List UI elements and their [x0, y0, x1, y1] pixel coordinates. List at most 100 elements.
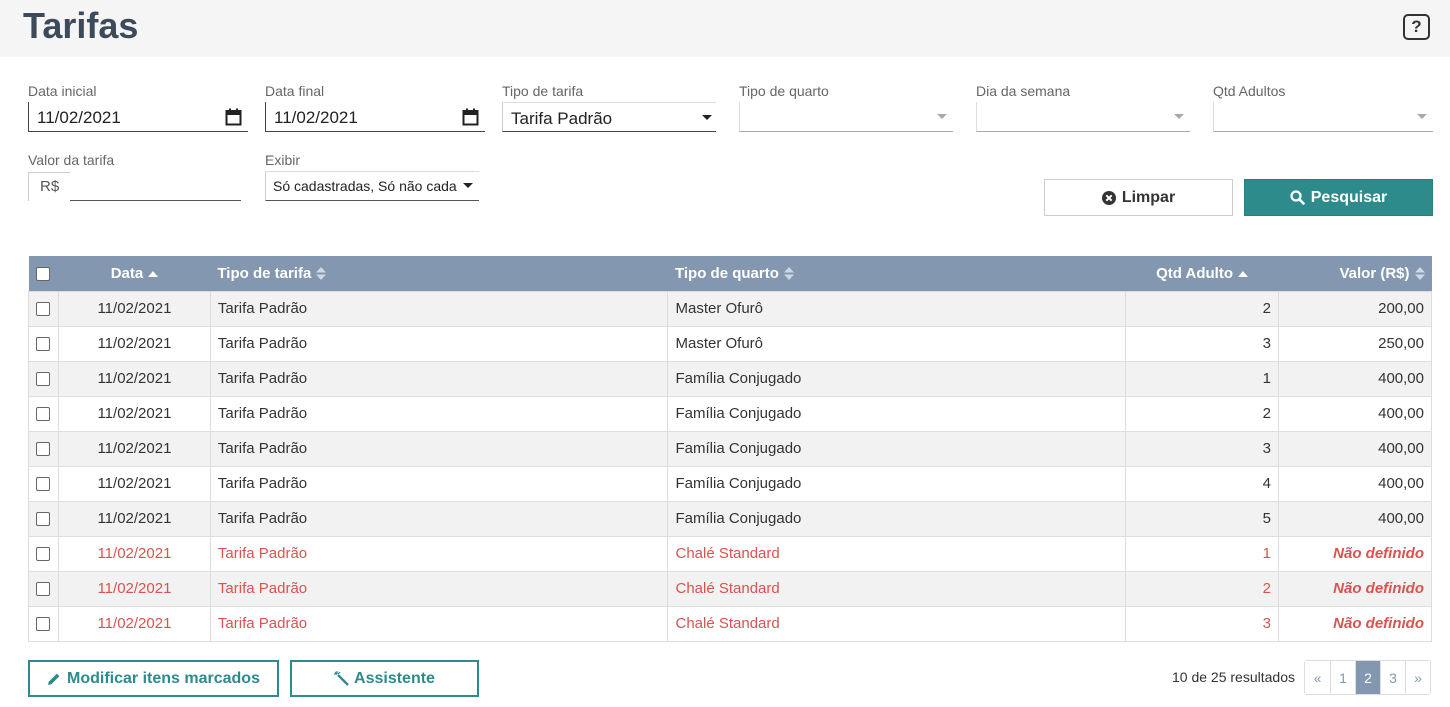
data-final-field[interactable]: 11/02/2021 [265, 102, 485, 132]
row-checkbox-cell [28, 430, 59, 467]
cell-valor: 400,00 [1278, 500, 1432, 537]
magic-wand-icon [334, 671, 349, 686]
cell-qtd-adulto: 5 [1125, 500, 1280, 537]
clear-button[interactable]: Limpar [1044, 179, 1233, 216]
exibir-select[interactable]: Só cadastradas, Só não cada [265, 171, 479, 201]
valor-tarifa-label: Valor da tarifa [28, 152, 115, 168]
table-row[interactable]: 11/02/2021 Tarifa Padrão Master Ofurô 2 200,… [28, 290, 1432, 327]
sort-icon [316, 267, 327, 281]
cell-tipo-quarto: Família Conjugado [667, 395, 1127, 432]
cell-tipo-quarto: Chalé Standard [667, 605, 1127, 642]
row-checkbox[interactable] [36, 302, 51, 317]
search-icon [1290, 190, 1305, 205]
calendar-icon[interactable] [462, 108, 479, 126]
cell-qtd-adulto: 3 [1125, 605, 1280, 642]
pagination-page-3[interactable]: 3 [1380, 661, 1405, 694]
cell-valor: Não definido [1278, 570, 1432, 607]
cell-data: 11/02/2021 [57, 500, 211, 537]
cell-tipo-quarto: Família Conjugado [667, 465, 1127, 502]
dia-semana-select[interactable] [976, 102, 1190, 132]
cell-tipo-tarifa: Tarifa Padrão [209, 325, 669, 362]
row-checkbox[interactable] [36, 512, 51, 527]
column-valor[interactable]: Valor (R$) [1278, 256, 1432, 291]
row-checkbox-cell [28, 605, 59, 642]
modify-label: Modificar itens marcados [67, 669, 260, 687]
cell-tipo-quarto: Família Conjugado [667, 500, 1127, 537]
table-row[interactable]: 11/02/2021 Tarifa Padrão Família Conjugado… [28, 500, 1432, 537]
pagination-prev[interactable]: « [1305, 661, 1330, 694]
row-checkbox[interactable] [36, 442, 51, 457]
cell-tipo-tarifa: Tarifa Padrão [209, 360, 669, 397]
sort-icon [783, 267, 794, 281]
data-inicial-value: 11/02/2021 [37, 108, 121, 127]
select-all-checkbox[interactable] [36, 266, 51, 281]
column-tipo-quarto-label: Tipo de quarto [674, 264, 779, 282]
cell-tipo-quarto: Master Ofurô [667, 290, 1127, 327]
search-button[interactable]: Pesquisar [1244, 179, 1433, 216]
modify-selected-button[interactable]: Modificar itens marcados [28, 660, 279, 697]
row-checkbox[interactable] [36, 547, 51, 562]
row-checkbox-cell [28, 395, 59, 432]
table-row[interactable]: 11/02/2021 Tarifa Padrão Família Conjugado… [28, 430, 1432, 467]
row-checkbox[interactable] [36, 407, 51, 422]
cell-tipo-quarto: Chalé Standard [667, 535, 1127, 572]
cell-valor: Não definido [1278, 605, 1432, 642]
table-row[interactable]: 11/02/2021 Tarifa Padrão Master Ofurô 3 250,… [28, 325, 1432, 362]
calendar-icon[interactable] [225, 108, 242, 126]
dia-semana-label: Dia da semana [976, 83, 1071, 99]
pagination-next[interactable]: » [1405, 661, 1430, 694]
cell-tipo-quarto: Família Conjugado [667, 430, 1127, 467]
column-qtd-adulto[interactable]: Qtd Adulto [1125, 256, 1279, 291]
cell-valor: 400,00 [1278, 360, 1432, 397]
row-checkbox[interactable] [36, 337, 51, 352]
table-row[interactable]: 11/02/2021 Tarifa Padrão Família Conjugado… [28, 465, 1432, 502]
column-tipo-tarifa-label: Tipo de tarifa [217, 264, 312, 282]
table-row[interactable]: 11/02/2021 Tarifa Padrão Família Conjugado… [28, 360, 1432, 397]
tarifas-table: Data Tipo de tarifa Tipo de quarto Qtd A… [28, 256, 1432, 642]
tipo-tarifa-label: Tipo de tarifa [502, 83, 584, 99]
pagination-page-2[interactable]: 2 [1355, 661, 1380, 694]
column-tipo-quarto[interactable]: Tipo de quarto [667, 256, 1126, 291]
assistant-label: Assistente [354, 669, 435, 687]
qtd-adultos-select[interactable] [1213, 102, 1433, 132]
cell-qtd-adulto: 3 [1125, 430, 1280, 467]
cell-qtd-adulto: 1 [1125, 535, 1280, 572]
qtd-adultos-label: Qtd Adultos [1213, 83, 1286, 99]
table-row[interactable]: 11/02/2021 Tarifa Padrão Chalé Standard 1 Nã… [28, 535, 1432, 572]
tipo-tarifa-select[interactable]: Tarifa Padrão [502, 102, 716, 132]
cell-tipo-tarifa: Tarifa Padrão [209, 500, 669, 537]
sort-icon [1414, 267, 1425, 281]
row-checkbox-cell [28, 360, 59, 397]
table-row[interactable]: 11/02/2021 Tarifa Padrão Chalé Standard 3 Nã… [28, 605, 1432, 642]
cell-data: 11/02/2021 [57, 290, 211, 327]
cell-data: 11/02/2021 [57, 535, 211, 572]
assistant-button[interactable]: Assistente [290, 660, 479, 697]
cell-qtd-adulto: 1 [1125, 360, 1280, 397]
data-inicial-label: Data inicial [28, 83, 97, 99]
tipo-quarto-label: Tipo de quarto [739, 83, 829, 99]
help-button[interactable]: ? [1403, 14, 1430, 40]
column-valor-label: Valor (R$) [1339, 264, 1410, 282]
column-data[interactable]: Data [58, 256, 211, 291]
row-checkbox-cell [28, 465, 59, 502]
row-checkbox[interactable] [36, 477, 51, 492]
table-row[interactable]: 11/02/2021 Tarifa Padrão Chalé Standard 2 Nã… [28, 570, 1432, 607]
pagination: « 1 2 3 » [1304, 660, 1431, 695]
cell-data: 11/02/2021 [57, 325, 211, 362]
tipo-quarto-select[interactable] [739, 102, 953, 132]
row-checkbox[interactable] [36, 617, 51, 632]
table-row[interactable]: 11/02/2021 Tarifa Padrão Família Conjugado… [28, 395, 1432, 432]
pagination-page-1[interactable]: 1 [1330, 661, 1355, 694]
row-checkbox[interactable] [36, 582, 51, 597]
valor-tarifa-input[interactable] [70, 200, 241, 201]
data-inicial-field[interactable]: 11/02/2021 [28, 102, 248, 132]
chevron-down-icon [1417, 114, 1427, 119]
row-checkbox-cell [28, 290, 59, 327]
cell-valor: 400,00 [1278, 465, 1432, 502]
column-tipo-tarifa[interactable]: Tipo de tarifa [210, 256, 668, 291]
cell-valor: 400,00 [1278, 395, 1432, 432]
row-checkbox[interactable] [36, 372, 51, 387]
sort-asc-icon [148, 270, 159, 277]
cell-tipo-quarto: Master Ofurô [667, 325, 1127, 362]
cell-tipo-tarifa: Tarifa Padrão [209, 605, 669, 642]
